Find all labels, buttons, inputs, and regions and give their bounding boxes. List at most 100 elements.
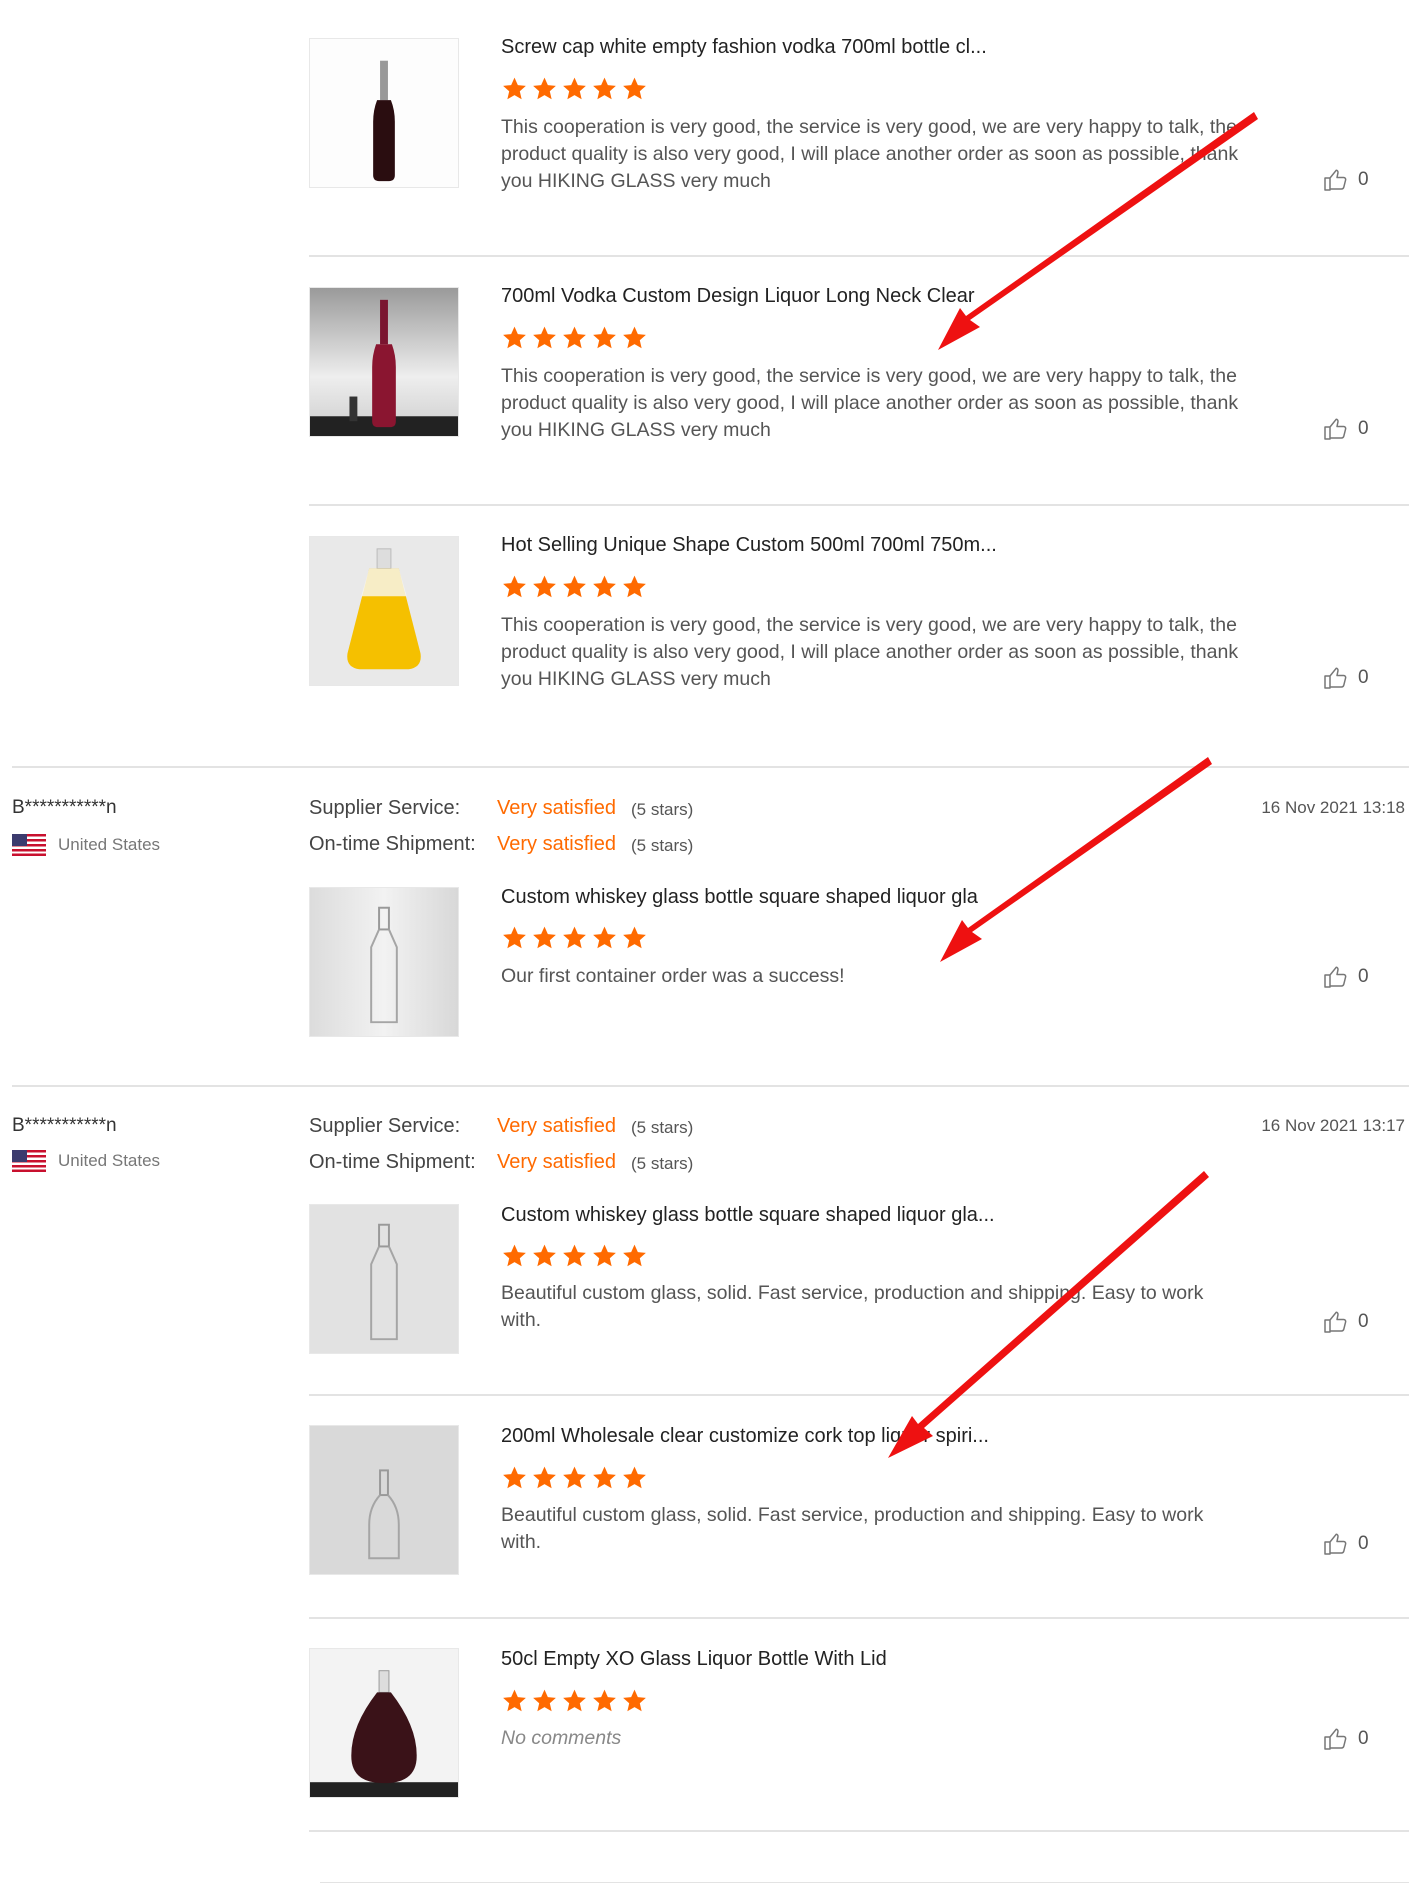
star-icon bbox=[621, 325, 648, 351]
star-icon bbox=[561, 574, 588, 600]
country-name: United States bbox=[58, 835, 161, 854]
buyer-name: B***********n bbox=[12, 1115, 117, 1136]
us-flag-icon bbox=[12, 834, 46, 856]
product-title[interactable]: Custom whiskey glass bottle square shape… bbox=[501, 1204, 995, 1227]
product-title[interactable]: 200ml Wholesale clear customize cork top… bbox=[501, 1425, 989, 1448]
product-thumbnail[interactable] bbox=[309, 1648, 459, 1798]
divider bbox=[309, 1830, 1409, 1832]
like-count: 0 bbox=[1358, 1728, 1369, 1749]
product-title[interactable]: Screw cap white empty fashion vodka 700m… bbox=[501, 36, 987, 59]
star-icon bbox=[531, 574, 558, 600]
star-icon bbox=[591, 1243, 618, 1269]
shipment-value: Very satisfied bbox=[497, 833, 616, 855]
like-button[interactable]: 0 bbox=[1322, 1309, 1369, 1335]
review-comment: Beautiful custom glass, solid. Fast serv… bbox=[501, 1282, 1204, 1331]
like-count: 0 bbox=[1358, 667, 1369, 688]
product-thumbnail[interactable] bbox=[309, 38, 459, 188]
like-count: 0 bbox=[1358, 1533, 1369, 1554]
divider bbox=[309, 255, 1409, 257]
star-icon bbox=[591, 76, 618, 102]
thumbs-up-icon bbox=[1322, 1309, 1348, 1335]
like-count: 0 bbox=[1358, 418, 1369, 439]
review-comment: This cooperation is very good, the servi… bbox=[501, 365, 1239, 441]
review-comment: This cooperation is very good, the servi… bbox=[501, 116, 1239, 192]
star-icon bbox=[591, 325, 618, 351]
supplier-service-value: Very satisfied bbox=[497, 797, 616, 819]
star-icon bbox=[561, 1243, 588, 1269]
star-icon bbox=[501, 76, 528, 102]
thumbs-up-icon bbox=[1322, 964, 1348, 990]
star-icon bbox=[561, 1465, 588, 1491]
product-thumbnail[interactable] bbox=[309, 1425, 459, 1575]
star-icon bbox=[531, 325, 558, 351]
star-icon bbox=[501, 1688, 528, 1714]
star-icon bbox=[501, 1465, 528, 1491]
shipment-label: On-time Shipment: bbox=[309, 1151, 476, 1173]
like-count: 0 bbox=[1358, 966, 1369, 987]
divider bbox=[309, 1394, 1409, 1396]
star-rating bbox=[501, 325, 648, 351]
star-icon bbox=[591, 574, 618, 600]
shipment-stars: (5 stars) bbox=[631, 1154, 694, 1173]
thumbs-up-icon bbox=[1322, 167, 1348, 193]
star-icon bbox=[531, 1688, 558, 1714]
yellow-bottle-image bbox=[310, 537, 458, 685]
star-icon bbox=[621, 925, 648, 951]
product-title[interactable]: Hot Selling Unique Shape Custom 500ml 70… bbox=[501, 534, 997, 557]
supplier-service-label: Supplier Service: bbox=[309, 1115, 461, 1137]
thumbs-up-icon bbox=[1322, 416, 1348, 442]
buyer-country: United States bbox=[12, 1150, 160, 1172]
thumbs-up-icon bbox=[1322, 665, 1348, 691]
country-name: United States bbox=[58, 1151, 161, 1170]
like-button[interactable]: 0 bbox=[1322, 167, 1369, 193]
divider bbox=[309, 504, 1409, 506]
star-rating bbox=[501, 1688, 648, 1714]
review-date: 16 Nov 2021 13:17 bbox=[1261, 1116, 1405, 1135]
annotation-arrows bbox=[888, 112, 1258, 1458]
product-title[interactable]: 700ml Vodka Custom Design Liquor Long Ne… bbox=[501, 285, 975, 308]
star-icon bbox=[591, 1688, 618, 1714]
product-thumbnail[interactable] bbox=[309, 1204, 459, 1354]
divider bbox=[320, 1882, 1409, 1883]
star-icon bbox=[561, 1688, 588, 1714]
review-comment: Beautiful custom glass, solid. Fast serv… bbox=[501, 1504, 1204, 1553]
buyer-country: United States bbox=[12, 834, 160, 856]
like-button[interactable]: 0 bbox=[1322, 1531, 1369, 1557]
star-rating bbox=[501, 574, 648, 600]
star-icon bbox=[501, 925, 528, 951]
like-count: 0 bbox=[1358, 169, 1369, 190]
star-icon bbox=[501, 325, 528, 351]
xo-bottle-image bbox=[310, 1649, 458, 1797]
star-icon bbox=[501, 574, 528, 600]
product-title[interactable]: 50cl Empty XO Glass Liquor Bottle With L… bbox=[501, 1648, 887, 1671]
like-button[interactable]: 0 bbox=[1322, 416, 1369, 442]
shipment-value: Very satisfied bbox=[497, 1151, 616, 1173]
divider bbox=[12, 766, 1409, 768]
like-button[interactable]: 0 bbox=[1322, 1726, 1369, 1752]
product-thumbnail[interactable] bbox=[309, 287, 459, 437]
dark-wine-bottle-image bbox=[310, 39, 458, 187]
divider bbox=[309, 1617, 1409, 1619]
product-title[interactable]: Custom whiskey glass bottle square shape… bbox=[501, 886, 978, 909]
star-rating bbox=[501, 1243, 648, 1269]
red-bottle-image bbox=[310, 288, 458, 436]
like-button[interactable]: 0 bbox=[1322, 665, 1369, 691]
star-icon bbox=[561, 925, 588, 951]
star-icon bbox=[591, 1465, 618, 1491]
supplier-service-stars: (5 stars) bbox=[631, 800, 694, 819]
star-rating bbox=[501, 925, 648, 951]
red-arrow-icon bbox=[940, 757, 1212, 962]
star-rating bbox=[501, 1465, 648, 1491]
review-date: 16 Nov 2021 13:18 bbox=[1261, 798, 1405, 817]
thumbs-up-icon bbox=[1322, 1531, 1348, 1557]
supplier-service-label: Supplier Service: bbox=[309, 797, 461, 819]
supplier-service-value: Very satisfied bbox=[497, 1115, 616, 1137]
star-icon bbox=[501, 1243, 528, 1269]
product-thumbnail[interactable] bbox=[309, 536, 459, 686]
small-clear-bottle-image bbox=[310, 1426, 458, 1574]
review-comment: This cooperation is very good, the servi… bbox=[501, 614, 1239, 690]
clear-square-bottle-image bbox=[310, 888, 458, 1036]
like-button[interactable]: 0 bbox=[1322, 964, 1369, 990]
star-icon bbox=[531, 1465, 558, 1491]
product-thumbnail[interactable] bbox=[309, 887, 459, 1037]
